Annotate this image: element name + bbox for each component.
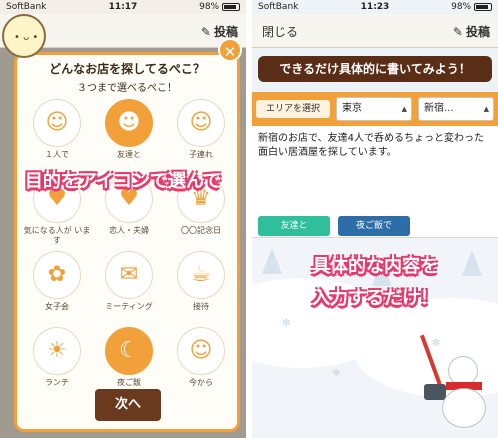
city-value: 新宿... <box>424 103 454 114</box>
instruction-headline: できるだけ具体的に書いてみよう！ <box>258 56 492 82</box>
promo-caption-right-line2: 入力するだけ！ <box>312 288 438 309</box>
mascot-avatar: • ᴗ • <box>2 14 46 58</box>
modal-title: どんなお店を探してるぺこ？ <box>49 62 205 76</box>
status-bar: SoftBank 11:17 98% <box>0 0 246 14</box>
snowman-body <box>442 388 486 428</box>
battery-indicator: 98% <box>451 2 492 12</box>
snowflake-icon: ✻ <box>282 318 291 329</box>
child-icon: ☺ <box>177 99 225 147</box>
girls-party-icon: ✿ <box>33 251 81 299</box>
option-label: 女子会 <box>45 302 69 311</box>
purpose-option[interactable]: ✿ 女子会 <box>21 247 93 321</box>
purpose-selection-modal: どんなお店を探してるぺこ？ ３つまで選べるぺこ！ ☺ １人で ☻ 友達と ☺ 子連れ … <box>14 52 240 432</box>
tag-friends[interactable]: 友達と <box>258 216 330 236</box>
modal-subtitle: ３つまで選べるぺこ！ <box>77 83 177 94</box>
purpose-option[interactable]: ☺ １人で <box>21 95 93 169</box>
option-label: ランチ <box>45 378 69 387</box>
purpose-option[interactable]: ☀ ランチ <box>21 323 93 397</box>
purpose-option[interactable]: ☺ 今から <box>165 323 237 397</box>
area-selector-row: エリアを選択 東京▲▼ 新宿...▲▼ <box>252 92 498 135</box>
mascot-face-icon: • ᴗ • <box>14 32 39 43</box>
option-label: 恋人・夫婦 <box>109 226 149 235</box>
prefecture-select[interactable]: 東京▲▼ <box>336 97 412 135</box>
compose-icon: ✎ <box>200 25 211 39</box>
battery-percent: 98% <box>451 2 472 12</box>
battery-indicator: 98% <box>199 2 240 12</box>
prefecture-value: 東京 <box>342 103 362 114</box>
option-label: 〇〇記念日 <box>181 226 221 235</box>
option-label: 気になる人が います <box>23 226 91 245</box>
purpose-option[interactable]: ✉ ミーティング <box>93 247 165 321</box>
nav-bar: 閉じる ✎ 投稿 <box>252 14 498 48</box>
snowflake-icon: ✻ <box>332 368 341 379</box>
now-icon: ☺ <box>177 327 225 375</box>
compose-icon: ✎ <box>452 25 463 39</box>
battery-icon <box>474 2 492 11</box>
shovel-icon <box>424 384 446 400</box>
close-modal-button[interactable]: ✕ <box>218 38 242 62</box>
option-label: 接待 <box>193 302 209 311</box>
promo-caption-left: 目的をアイコンで選んで <box>24 171 222 192</box>
post-button[interactable]: ✎ 投稿 <box>453 23 490 40</box>
promo-caption-right-line1: 具体的な内容を <box>312 256 438 277</box>
meeting-icon: ✉ <box>105 251 153 299</box>
tag-dinner[interactable]: 夜ご飯で <box>338 216 410 236</box>
purpose-option[interactable]: ☕ 接待 <box>165 247 237 321</box>
option-label: 今から <box>189 378 213 387</box>
option-label: ミーティング <box>105 302 153 311</box>
snowflake-icon: ✻ <box>432 338 441 349</box>
battery-percent: 98% <box>199 2 220 12</box>
purpose-option[interactable]: ☾ 夜ご飯 <box>93 323 165 397</box>
city-select[interactable]: 新宿...▲▼ <box>418 97 494 135</box>
post-label: 投稿 <box>213 25 238 39</box>
purpose-option[interactable]: ☻ 友達と <box>93 95 165 169</box>
next-button[interactable]: 次へ <box>95 389 161 421</box>
option-label: １人で <box>45 150 69 159</box>
dinner-icon: ☾ <box>105 327 153 375</box>
left-phone-screen: SoftBank 11:17 98% ✎ 投稿 どんなお店を探してるぺこ？ ３つま… <box>0 0 246 438</box>
business-entertainment-icon: ☕ <box>177 251 225 299</box>
friends-icon: ☻ <box>105 99 153 147</box>
option-label: 子連れ <box>189 150 213 159</box>
option-label: 夜ご飯 <box>117 378 141 387</box>
battery-icon <box>222 2 240 11</box>
lunch-icon: ☀ <box>33 327 81 375</box>
post-label: 投稿 <box>465 25 490 39</box>
right-phone-screen: SoftBank 11:23 98% 閉じる ✎ 投稿 できるだけ具体的に書いてみ… <box>252 0 498 438</box>
person-icon: ☺ <box>33 99 81 147</box>
status-bar: SoftBank 11:23 98% <box>252 0 498 14</box>
modal-header: どんなお店を探してるぺこ？ ３つまで選べるぺこ！ <box>17 55 237 95</box>
option-label: 友達と <box>117 150 141 159</box>
area-label: エリアを選択 <box>256 100 330 118</box>
close-button[interactable]: 閉じる <box>262 23 298 40</box>
purpose-option[interactable]: ☺ 子連れ <box>165 95 237 169</box>
